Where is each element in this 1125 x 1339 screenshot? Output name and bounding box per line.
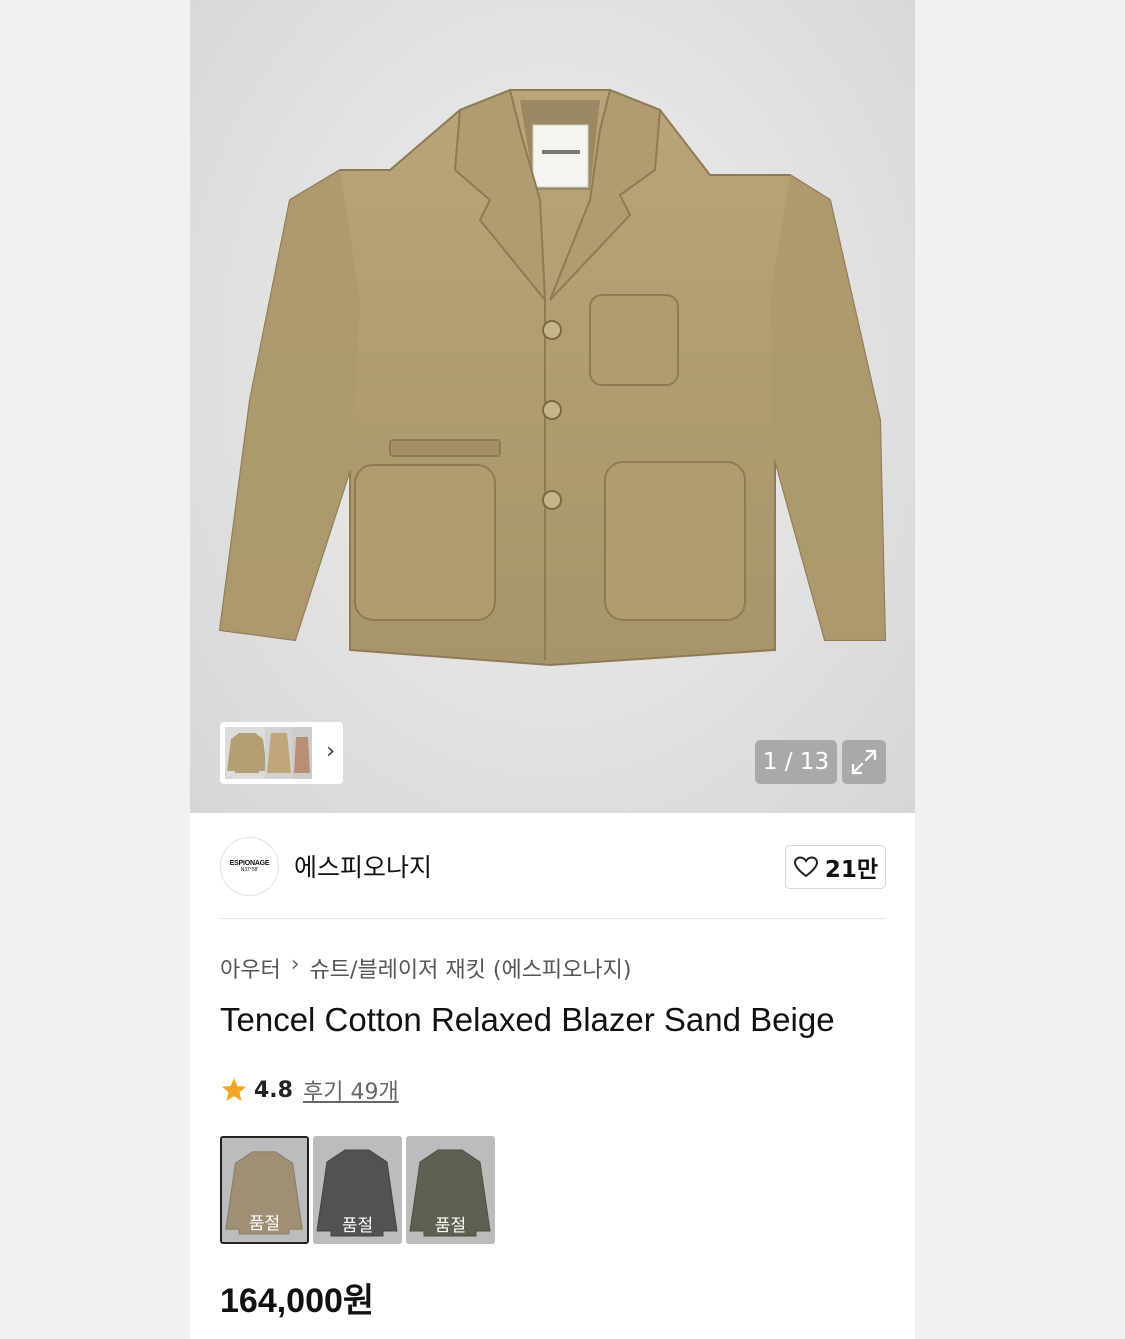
reviews-link[interactable]: 후기 49개 [303,1074,399,1106]
brand-logo-subtext: N37°58' [240,867,259,873]
thumbnail-side[interactable] [265,727,293,779]
brand-name[interactable]: 에스피오나지 [294,848,432,884]
product-page: › 1 / 13 ESPIONAGE N37°58' 에스피오나지 21만 아우… [190,0,915,1339]
soldout-label: 품절 [248,1214,281,1234]
like-count: 21만 [824,857,879,883]
breadcrumb-item-subcategory[interactable]: 슈트/블레이저 재킷 (에스피오나지) [310,952,632,984]
image-counter: 1 / 13 [755,740,837,784]
color-option-charcoal[interactable]: 품절 [313,1136,402,1244]
chevron-right-icon[interactable]: › [326,739,335,765]
soldout-label: 품절 [434,1216,467,1236]
like-button[interactable]: 21만 [785,845,886,889]
rating-summary: 4.8 후기 49개 [220,1074,399,1106]
breadcrumb-item-category[interactable]: 아우터 [220,952,281,984]
price: 164,000원 [220,1282,375,1320]
heart-icon [793,856,818,878]
star-icon [221,1078,247,1101]
soldout-label: 품절 [341,1216,374,1236]
product-image-gallery[interactable]: › 1 / 13 [190,0,915,813]
color-option-sand-beige[interactable]: 품절 [220,1136,309,1244]
product-image [218,88,887,667]
thumbnail-front[interactable] [225,727,269,779]
chevron-right-icon: › [290,952,300,977]
brand-logo-text: ESPIONAGE [229,860,270,867]
thumbnail-strip[interactable]: › [220,722,343,784]
brand-logo[interactable]: ESPIONAGE N37°58' [220,837,279,896]
product-title: Tencel Cotton Relaxed Blazer Sand Beige [220,1001,835,1038]
expand-icon[interactable] [842,740,886,784]
rating-score: 4.8 [254,1077,293,1103]
breadcrumb: 아우터 › 슈트/블레이저 재킷 (에스피오나지) [220,952,631,984]
color-option-olive[interactable]: 품절 [406,1136,495,1244]
divider [220,918,886,919]
thumbnail-model[interactable] [292,727,312,779]
